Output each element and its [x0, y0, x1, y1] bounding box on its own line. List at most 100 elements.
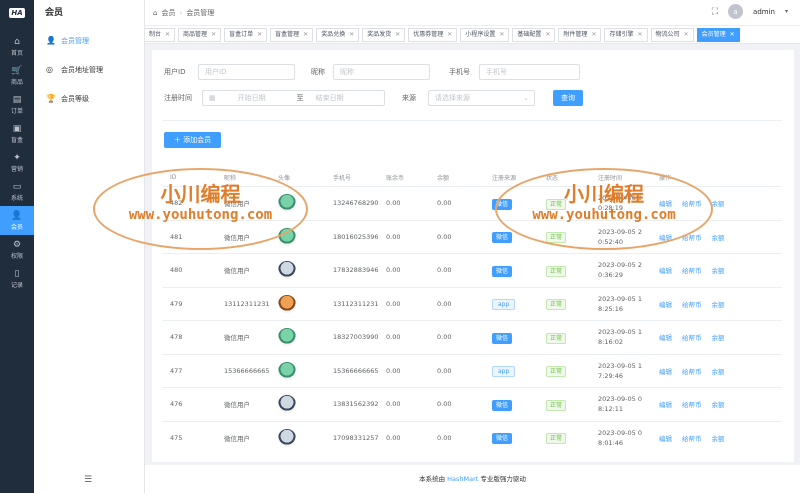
- cell-avatar: [270, 361, 325, 380]
- add-member-button[interactable]: ＋ 添加会员: [164, 132, 221, 148]
- cell-id: 476: [170, 400, 183, 409]
- balance-link[interactable]: 余额: [712, 198, 725, 208]
- give-coins-link[interactable]: 给帮币: [682, 198, 702, 208]
- close-icon[interactable]: ✕: [257, 28, 262, 42]
- close-icon[interactable]: ✕: [499, 28, 504, 42]
- status-badge: 正常: [546, 198, 567, 210]
- balance-link[interactable]: 余额: [712, 433, 725, 443]
- edit-link[interactable]: 编辑: [659, 399, 672, 409]
- edit-link[interactable]: 编辑: [659, 232, 672, 242]
- rail-item-3[interactable]: ▣ 盲盒: [0, 119, 34, 148]
- submenu-item-0[interactable]: 👤 会员管理: [34, 26, 144, 55]
- edit-link[interactable]: 编辑: [659, 198, 672, 208]
- tab-3[interactable]: 盲盒管理 ✕: [270, 27, 314, 42]
- tab-0[interactable]: 制台 ✕: [145, 27, 176, 42]
- balance-link[interactable]: 余额: [712, 332, 725, 342]
- tab-7[interactable]: 小程序设置 ✕: [460, 27, 510, 42]
- tab-4[interactable]: 奖品兑换 ✕: [316, 27, 360, 42]
- edit-link[interactable]: 编辑: [659, 366, 672, 376]
- rail-item-1[interactable]: 🛒 商品: [0, 61, 34, 90]
- rail-item-label: 商品: [10, 78, 23, 86]
- menu-collapse-icon[interactable]: ☰: [84, 475, 92, 485]
- close-icon[interactable]: ✕: [684, 28, 689, 42]
- tab-12[interactable]: 会员管理 ✕: [696, 27, 740, 42]
- avatar: [278, 361, 296, 380]
- user-name[interactable]: admin: [753, 8, 775, 16]
- breadcrumb-member[interactable]: 会员: [161, 8, 175, 18]
- cell-nickname: 微信用户: [224, 401, 250, 410]
- give-coins-link[interactable]: 给帮币: [682, 232, 702, 242]
- user-id-input[interactable]: 用户ID: [198, 64, 295, 80]
- rail-item-0[interactable]: ⌂ 首页: [0, 32, 34, 61]
- cell-reg-time: 2023-09-05 2 0:36:29: [590, 260, 651, 280]
- cell-reg-time: 2023-09-05 0 8:01:46: [590, 428, 651, 448]
- edit-link[interactable]: 编辑: [659, 299, 672, 309]
- edit-link[interactable]: 编辑: [659, 265, 672, 275]
- chevron-down-icon[interactable]: ▾: [785, 8, 788, 15]
- tab-5[interactable]: 奖品发货 ✕: [362, 27, 406, 42]
- avatar: [278, 194, 296, 213]
- close-icon[interactable]: ✕: [395, 28, 400, 42]
- cell-status: 正常: [538, 299, 590, 311]
- give-coins-link[interactable]: 给帮币: [682, 332, 702, 342]
- balance-link[interactable]: 余额: [712, 399, 725, 409]
- close-icon[interactable]: ✕: [730, 28, 735, 42]
- home-crumb-icon[interactable]: ⌂: [153, 9, 157, 17]
- column-header: 头像: [278, 175, 291, 182]
- cell-id: 478: [170, 333, 183, 342]
- avatar[interactable]: a: [728, 4, 744, 19]
- tab-6[interactable]: 优惠券管理 ✕: [408, 27, 458, 42]
- rail-item-8[interactable]: ▯ 记录: [0, 264, 34, 293]
- date-range-picker[interactable]: ▦ 开始日期 至 结束日期: [202, 90, 385, 106]
- rail-item-4[interactable]: ✦ 营销: [0, 148, 34, 177]
- rail-item-7[interactable]: ⚙ 权限: [0, 235, 34, 264]
- give-coins-link[interactable]: 给帮币: [682, 299, 702, 309]
- close-icon[interactable]: ✕: [303, 28, 308, 42]
- phone-input[interactable]: 手机号: [479, 64, 580, 80]
- cell-coins: 0.00: [386, 333, 401, 342]
- tab-2[interactable]: 盲盒订单 ✕: [224, 27, 268, 42]
- cell-nickname: 微信用户: [224, 267, 250, 276]
- nickname-input[interactable]: 昵称: [333, 64, 430, 80]
- tab-11[interactable]: 物流公司 ✕: [650, 27, 694, 42]
- rail-item-label: 营销: [10, 165, 23, 173]
- rail-item-5[interactable]: ▭ 系统: [0, 177, 34, 206]
- give-coins-link[interactable]: 给帮币: [682, 399, 702, 409]
- fullscreen-icon[interactable]: ⛶: [712, 7, 718, 17]
- give-coins-link[interactable]: 给帮币: [682, 366, 702, 376]
- start-date-input[interactable]: 开始日期: [238, 93, 285, 103]
- close-icon[interactable]: ✕: [165, 28, 170, 42]
- edit-link[interactable]: 编辑: [659, 332, 672, 342]
- close-icon[interactable]: ✕: [349, 28, 354, 42]
- rail-item-6[interactable]: 👤 会员: [0, 206, 34, 235]
- query-button[interactable]: 查询: [553, 90, 583, 106]
- close-icon[interactable]: ✕: [211, 28, 216, 42]
- end-date-input[interactable]: 结束日期: [316, 93, 344, 103]
- give-coins-link[interactable]: 给帮币: [682, 265, 702, 275]
- balance-link[interactable]: 余额: [712, 299, 725, 309]
- tab-10[interactable]: 存储引擎 ✕: [604, 27, 648, 42]
- tab-label: 存储引擎: [609, 30, 634, 38]
- submenu-item-2[interactable]: 🏆 会员等级: [34, 84, 144, 113]
- tab-9[interactable]: 附件管理 ✕: [558, 27, 602, 42]
- footer-brand-link[interactable]: HashMart: [447, 475, 478, 483]
- give-coins-link[interactable]: 给帮币: [682, 433, 702, 443]
- tab-1[interactable]: 商品管理 ✕: [178, 27, 222, 42]
- cell-nickname: 微信用户: [224, 334, 250, 343]
- close-icon[interactable]: ✕: [637, 28, 642, 42]
- close-icon[interactable]: ✕: [447, 28, 452, 42]
- main-panel: 用户ID 用户ID 昵称 昵称 手机号 手机号 注册时间 ▦ 开始日期 至 结束…: [152, 50, 794, 462]
- cell-reg-time: 2023-09-05 1 8:16:02: [590, 327, 651, 347]
- rail-item-2[interactable]: ▤ 订单: [0, 90, 34, 119]
- marketing-icon: ✦: [13, 152, 21, 163]
- submenu-item-1[interactable]: ◎ 会员地址管理: [34, 55, 144, 84]
- close-icon[interactable]: ✕: [545, 28, 550, 42]
- balance-link[interactable]: 余额: [712, 366, 725, 376]
- footer-prefix: 本系统由: [419, 475, 448, 483]
- close-icon[interactable]: ✕: [591, 28, 596, 42]
- balance-link[interactable]: 余额: [712, 232, 725, 242]
- balance-link[interactable]: 余额: [712, 265, 725, 275]
- source-select[interactable]: 请选择来源 ⌄: [428, 90, 535, 106]
- edit-link[interactable]: 编辑: [659, 433, 672, 443]
- tab-8[interactable]: 基础配置 ✕: [512, 27, 556, 42]
